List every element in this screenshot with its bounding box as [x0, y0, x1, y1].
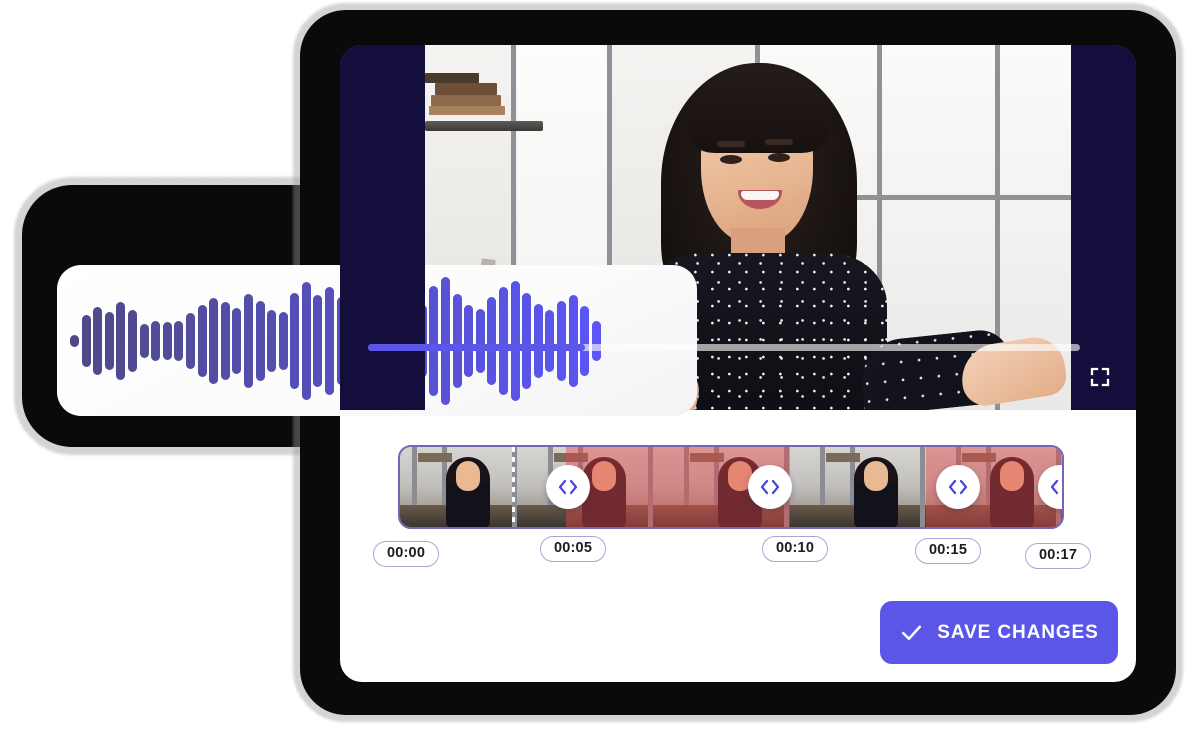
waveform-bar	[93, 306, 103, 375]
waveform-bar	[591, 320, 601, 361]
waveform-bar	[429, 285, 439, 396]
waveform-bar	[139, 323, 149, 358]
timestamp-pill: 00:15	[915, 538, 982, 564]
waveform-bar	[255, 300, 265, 381]
video-timeline[interactable]	[398, 445, 1064, 529]
video-progress-bar[interactable]	[368, 344, 1080, 351]
save-changes-label: SAVE CHANGES	[937, 621, 1099, 643]
waveform-bar	[267, 309, 277, 372]
timestamp-pill: 00:00	[373, 541, 440, 567]
waveform-bar	[475, 308, 485, 373]
waveform-bar	[116, 301, 126, 380]
check-icon	[899, 620, 924, 645]
save-changes-button[interactable]: SAVE CHANGES	[880, 601, 1118, 664]
waveform-bar	[498, 286, 508, 395]
waveform-bar	[510, 280, 520, 401]
waveform-bar	[81, 314, 91, 367]
trim-handle-3[interactable]	[936, 465, 980, 509]
waveform-bar	[197, 304, 207, 377]
waveform-bar	[556, 300, 566, 381]
waveform-bar	[290, 292, 300, 389]
screen-root: 00:00 00:05 00:10 00:15 00:17 SAVE CHANG…	[0, 0, 1200, 749]
waveform-bar	[545, 309, 555, 372]
trim-handle-2[interactable]	[748, 465, 792, 509]
waveform-bar	[568, 294, 578, 387]
playhead[interactable]	[512, 447, 515, 527]
waveform-bar	[452, 293, 462, 388]
waveform-bar	[487, 296, 497, 385]
waveform-bar	[243, 293, 253, 388]
waveform-bar	[162, 321, 172, 360]
waveform-bar	[220, 301, 230, 380]
waveform-bar	[174, 320, 184, 361]
waveform-bar	[533, 303, 543, 378]
waveform-bar	[127, 309, 137, 372]
waveform-bar	[278, 311, 288, 370]
waveform-bar	[104, 311, 114, 370]
waveform-bar	[70, 334, 79, 347]
waveform-bar	[209, 297, 219, 384]
trim-handle-1[interactable]	[546, 465, 590, 509]
letterbox-right	[1071, 45, 1136, 410]
waveform-bar	[464, 304, 474, 377]
letterbox-left	[340, 45, 425, 410]
video-progress-fill	[368, 344, 586, 351]
waveform-bar	[151, 320, 161, 361]
waveform-bar	[441, 276, 450, 405]
waveform-bar	[522, 292, 532, 389]
waveform-bar	[301, 281, 311, 400]
timestamp-pill: 00:05	[540, 536, 607, 562]
waveform-bar	[313, 294, 323, 387]
waveform-bar	[325, 286, 335, 395]
waveform-bar	[232, 307, 242, 374]
timestamp-pill: 00:17	[1025, 543, 1092, 569]
fullscreen-icon[interactable]	[1090, 367, 1110, 387]
waveform-bar	[185, 312, 195, 369]
timestamp-pill: 00:10	[762, 536, 829, 562]
waveform-bar	[580, 305, 590, 376]
